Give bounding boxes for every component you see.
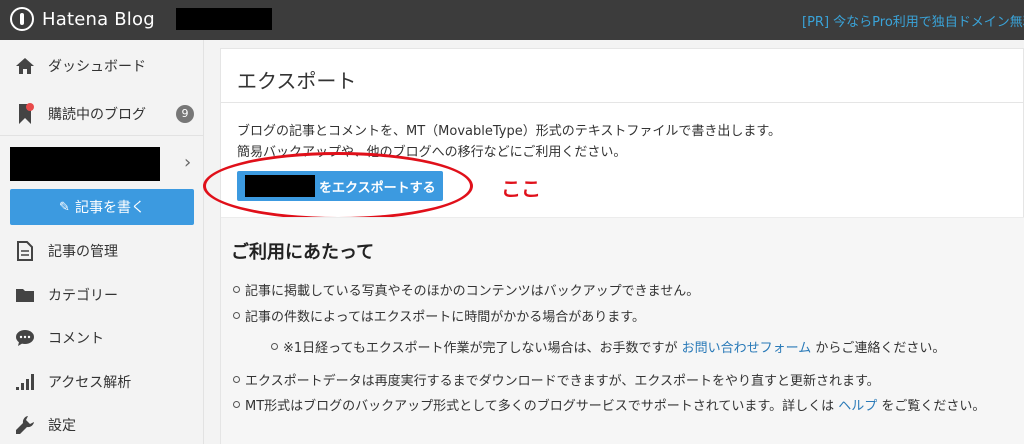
sidebar-item-categories[interactable]: カテゴリー (0, 273, 204, 317)
usage-notes: ご利用にあたって 記事に掲載している写真やそのほかのコンテンツはバックアップでき… (221, 217, 1024, 444)
redacted-blog-name (245, 175, 315, 197)
comment-icon (14, 327, 36, 349)
redacted-account-name (176, 8, 272, 30)
pr-link[interactable]: [PR] 今ならPro利用で独自ドメイン無料 (802, 11, 1024, 30)
folder-icon (14, 284, 36, 306)
sidebar-item-subscriptions[interactable]: 購読中のブログ 9 (0, 92, 204, 136)
write-article-button[interactable]: ✎ 記事を書く (10, 189, 194, 225)
document-icon (14, 240, 36, 262)
contact-form-link[interactable]: お問い合わせフォーム (682, 341, 812, 356)
mt-note-text-end: をご覧ください。 (877, 399, 986, 414)
list-item: MT形式はブログのバックアップ形式として多くのブログサービスでサポートされていま… (232, 395, 986, 414)
bar-chart-icon (14, 371, 36, 393)
list-item: 記事に掲載している写真やそのほかのコンテンツはバックアップできません。 (232, 280, 699, 299)
sidebar-item-settings[interactable]: 設定 (0, 403, 204, 444)
list-item: ※1日経ってもエクスポート作業が完了しない場合は、お手数ですが お問い合わせフォ… (270, 337, 946, 356)
sidebar-item-label: ダッシュボード (48, 59, 146, 75)
chevron-right-icon[interactable]: › (184, 152, 191, 173)
redacted-blog-name[interactable] (10, 147, 160, 181)
page-title: エクスポート (237, 69, 357, 93)
sidebar-item-analytics[interactable]: アクセス解析 (0, 360, 204, 404)
unread-count-badge: 9 (176, 104, 194, 123)
description-line-1: ブログの記事とコメントを、MT（MovableType）形式のテキストファイルで… (237, 124, 782, 139)
annotation-label: ここ (501, 177, 541, 201)
sidebar-item-articles[interactable]: 記事の管理 (0, 229, 204, 273)
sidebar-item-label: 購読中のブログ (48, 106, 146, 123)
write-article-label: 記事を書く (74, 200, 145, 216)
divider (221, 102, 1024, 103)
wrench-icon (14, 414, 36, 436)
sub-note-text: ※1日経ってもエクスポート作業が完了しない場合は、お手数ですが (283, 341, 682, 356)
export-card: エクスポート ブログの記事とコメントを、MT（MovableType）形式のテキ… (203, 48, 1024, 444)
export-button[interactable]: をエクスポートする (237, 171, 443, 201)
app-title: Hatena Blog (42, 8, 155, 30)
main-content: エクスポート ブログの記事とコメントを、MT（MovableType）形式のテキ… (203, 40, 1024, 444)
list-item: エクスポートデータは再度実行するまでダウンロードできますが、エクスポートをやり直… (233, 370, 880, 389)
sidebar-item-label: 記事の管理 (48, 244, 118, 260)
top-bar: Hatena Blog [PR] 今ならPro利用で独自ドメイン無料 (0, 0, 1024, 40)
home-icon (14, 55, 36, 77)
hatena-logo-icon (10, 7, 34, 31)
mt-note-text: MT形式はブログのバックアップ形式として多くのブログサービスでサポートされていま… (245, 399, 839, 414)
help-link[interactable]: ヘルプ (838, 399, 877, 414)
hatena-blog-logo[interactable]: Hatena Blog (10, 7, 155, 31)
list-item: 記事の件数によってはエクスポートに時間がかかる場合があります。 (232, 306, 645, 325)
sidebar: ダッシュボード 購読中のブログ 9 › ✎ 記事を書く 記事の管理 カテゴリー … (0, 40, 204, 444)
sidebar-item-label: 設定 (48, 418, 76, 434)
edit-icon: ✎ (59, 199, 70, 215)
export-button-label: をエクスポートする (319, 180, 436, 196)
bookmark-icon (14, 102, 36, 125)
sidebar-item-label: カテゴリー (48, 288, 118, 304)
sidebar-item-dashboard[interactable]: ダッシュボード (0, 44, 204, 88)
sidebar-item-label: アクセス解析 (48, 375, 132, 391)
description-line-2: 簡易バックアップや、他のブログへの移行などにご利用ください。 (237, 145, 627, 160)
sidebar-item-label: コメント (48, 331, 104, 347)
sidebar-item-comments[interactable]: コメント (0, 316, 204, 360)
sub-note-text-end: からご連絡ください。 (811, 341, 946, 356)
notes-title: ご利用にあたって (231, 242, 375, 263)
